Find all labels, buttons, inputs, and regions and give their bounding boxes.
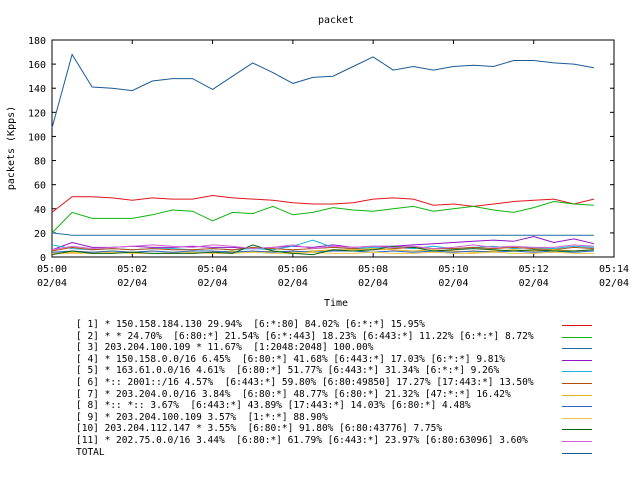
- y-tick-label: 80: [34, 157, 46, 168]
- legend-swatch-3: [562, 348, 592, 350]
- x-tick-time: 05:02: [117, 264, 147, 275]
- legend-entry-6: [ 6] *:: 2001::/16 4.57% [6:443:*] 59.80…: [76, 377, 534, 388]
- y-tick-label: 100: [28, 132, 46, 143]
- legend-swatch-2: [562, 336, 592, 338]
- legend-swatch-9: [562, 417, 592, 419]
- series-line-3: [51, 232, 594, 236]
- legend-entry-7: [ 7] * 203.204.0.0/16 3.84% [6:80:*] 48.…: [76, 388, 511, 400]
- series-line-12: [51, 53, 594, 129]
- x-tick-time: 05:10: [438, 264, 468, 275]
- y-tick-label: 180: [28, 36, 46, 47]
- chart-title: packet: [318, 15, 354, 26]
- y-tick-label: 40: [34, 205, 46, 216]
- legend-entry-1: [ 1] * 150.158.184.130 29.94% [6:*:80] 8…: [76, 319, 425, 330]
- x-tick-date: 02/04: [278, 278, 308, 289]
- legend-swatch-5: [562, 371, 592, 373]
- x-tick-date: 02/04: [198, 278, 228, 289]
- legend-entry-12: TOTAL: [76, 446, 105, 458]
- legend-entry-5: [ 5] * 163.61.0.0/16 4.61% [6:80:*] 51.7…: [76, 365, 500, 377]
- legend-swatch-11: [562, 441, 592, 442]
- x-tick-date: 02/04: [117, 278, 147, 289]
- x-tick-date: 02/04: [358, 278, 388, 289]
- legend-entry-9: [ 9] * 203.204.100.109 3.57% [1:*:*] 88.…: [76, 411, 328, 423]
- legend-entry-8: [ 8] *:: *:: 3.67% [6:443:*] 43.89% [17:…: [76, 400, 471, 412]
- y-tick-label: 140: [28, 84, 46, 95]
- legend-entry-3: [ 3] 203.204.100.109 * 11.67% [1:2048:20…: [76, 342, 374, 354]
- x-tick-date: 02/04: [37, 278, 67, 289]
- legend-swatch-8: [562, 406, 592, 408]
- y-axis-label: packets (Kpps): [6, 106, 17, 190]
- x-tick-time: 05:06: [278, 264, 308, 275]
- legend-swatch-6: [562, 383, 592, 384]
- y-tick-label: 20: [34, 229, 46, 240]
- x-tick-date: 02/04: [519, 278, 549, 289]
- legend-swatch-12: [562, 452, 592, 454]
- x-tick-time: 05:00: [37, 264, 67, 275]
- series-line-2: [51, 200, 594, 234]
- legend-entry-11: [11] * 202.75.0.0/16 3.44% [6:80:*] 61.7…: [76, 435, 528, 446]
- legend-swatch-1: [562, 325, 592, 326]
- y-axis: 0 20 40 60 80 100 120 140 160 180: [28, 36, 614, 264]
- y-tick-label: 160: [28, 60, 46, 71]
- x-tick-time: 05:12: [519, 264, 549, 275]
- x-tick-date: 02/04: [599, 278, 629, 289]
- y-tick-label: 120: [28, 108, 46, 119]
- series-group: [51, 53, 595, 256]
- y-tick-label: 0: [40, 253, 46, 264]
- legend-swatch-10: [562, 429, 592, 431]
- x-tick-time: 05:08: [358, 264, 388, 275]
- y-tick-label: 60: [34, 181, 46, 192]
- legend-entry-2: [ 2] * * 24.70% [6:80:*] 21.54% [6:*:443…: [76, 330, 534, 342]
- legend-entry-4: [ 4] * 150.158.0.0/16 6.45% [6:80:*] 41.…: [76, 353, 505, 365]
- legend-swatch-7: [562, 394, 592, 396]
- x-tick-date: 02/04: [438, 278, 468, 289]
- x-tick-time: 05:14: [599, 264, 629, 275]
- x-axis-label: Time: [324, 298, 348, 309]
- x-tick-time: 05:04: [198, 264, 228, 275]
- legend-swatch-4: [562, 359, 592, 361]
- legend-entry-10: [10] 203.204.112.147 * 3.55% [6:80:*] 91…: [76, 423, 443, 435]
- plot-frame: [51, 39, 615, 258]
